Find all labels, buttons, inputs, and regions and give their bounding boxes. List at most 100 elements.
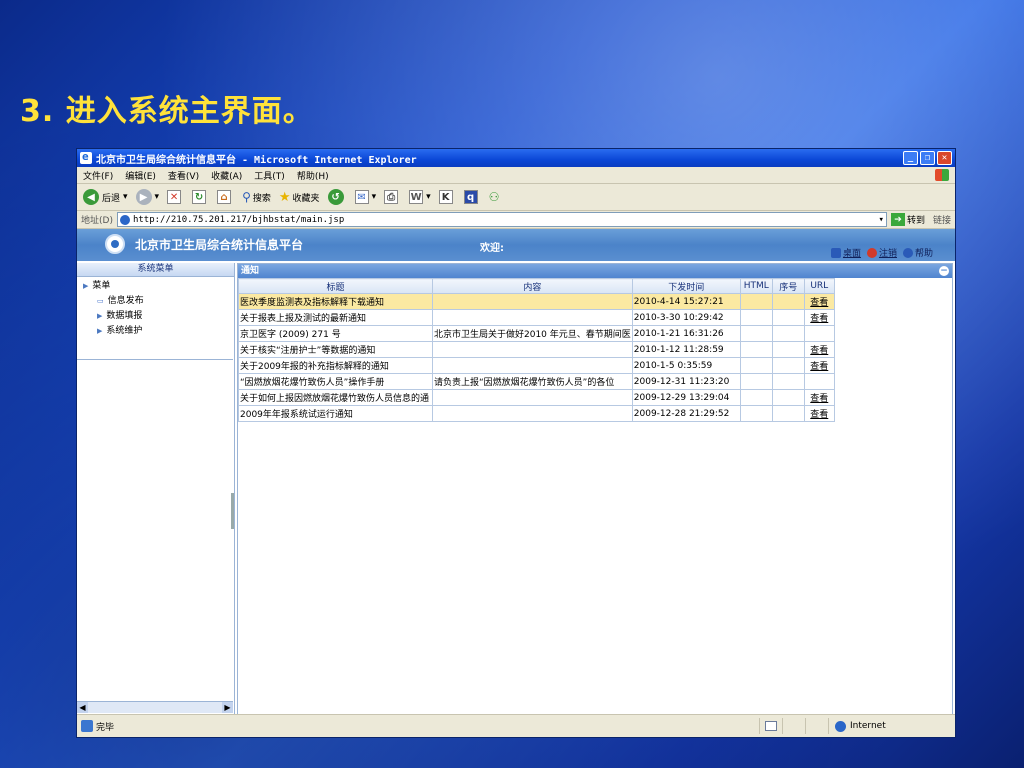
page-content: 北京市卫生局综合统计信息平台 欢迎: 桌面 注销 帮助 系统菜单 ▶ 菜单 ▭ 信息… [77, 229, 955, 715]
sidebar-item-label: 系统维护 [106, 326, 143, 336]
favorites-button[interactable]: ★ 收藏夹 [279, 190, 320, 205]
links-button[interactable]: 链接 [933, 213, 951, 226]
view-link[interactable]: 查看 [803, 405, 835, 422]
column-header-time[interactable]: 下发时间 [631, 278, 741, 294]
column-header-content[interactable]: 内容 [432, 278, 633, 294]
sidebar-item-system-maintenance[interactable]: ▶ 系统维护 [83, 324, 234, 339]
table-row[interactable]: 关于报表上报及测试的最新通知 2010-3-30 10:29:42 查看 [238, 309, 835, 326]
page-icon [119, 214, 130, 225]
forward-button[interactable]: ▶ ▾ [135, 189, 159, 205]
menu-file[interactable]: 文件(F) [83, 169, 113, 182]
mail-icon: ✉ [354, 190, 369, 204]
refresh-button[interactable]: ↻ [192, 190, 209, 204]
view-link[interactable]: 查看 [803, 309, 835, 326]
status-cell [805, 718, 828, 734]
sidebar-divider [77, 359, 233, 360]
security-zone[interactable]: Internet [828, 718, 955, 734]
toolbar-k-button[interactable]: K [438, 190, 456, 204]
scroll-left-icon[interactable]: ◀ [77, 702, 88, 713]
table-row[interactable]: 关于2009年报的补充指标解释的通知 2010-1-5 0:35:59 查看 [238, 357, 835, 374]
menu-tools[interactable]: 工具(T) [254, 169, 285, 182]
star-icon: ★ [278, 189, 291, 205]
sidebar-splitter-handle[interactable] [231, 493, 234, 529]
home-button[interactable]: ⌂ [217, 190, 234, 204]
mail-button[interactable]: ✉ ▾ [354, 190, 376, 204]
history-button[interactable]: ↺ [327, 189, 347, 205]
close-button[interactable]: ✕ [937, 151, 952, 165]
address-dropdown-icon[interactable]: ▾ [879, 215, 884, 225]
cell-time: 2010-1-12 11:28:59 [631, 341, 741, 358]
expand-arrow-icon: ▶ [97, 312, 103, 320]
column-header-html[interactable]: HTML [739, 278, 773, 294]
toolbar-q-button[interactable]: q [463, 190, 481, 204]
view-link[interactable]: 查看 [803, 341, 835, 358]
cell-seq [771, 309, 805, 326]
edit-button[interactable]: W ▾ [409, 190, 431, 204]
menu-edit[interactable]: 编辑(E) [125, 169, 156, 182]
maximize-button[interactable]: ❐ [920, 151, 935, 165]
messenger-button[interactable]: ⚇ [489, 190, 500, 204]
tree-root-menu[interactable]: ▶ 菜单 [83, 279, 234, 294]
view-link[interactable] [803, 325, 835, 342]
window-titlebar[interactable]: 北京市卫生局综合统计信息平台 - Microsoft Internet Expl… [77, 149, 955, 167]
cell-html [739, 341, 773, 358]
cell-content: 请负责上报“因燃放烟花爆竹致伤人员”的各位 [432, 373, 633, 390]
home-icon: ⌂ [217, 190, 232, 204]
address-input[interactable]: http://210.75.201.217/bjhbstat/main.jsp … [116, 212, 887, 227]
globe-icon [835, 720, 846, 732]
stop-button[interactable]: ✕ [167, 190, 184, 204]
back-button[interactable]: ◀ 后退 ▾ [83, 189, 128, 205]
table-row[interactable]: 关于如何上报因燃放烟花爆竹致伤人员信息的通 2009-12-29 13:29:0… [238, 389, 835, 406]
cell-time: 2010-4-14 15:27:21 [631, 293, 741, 310]
scroll-right-icon[interactable]: ▶ [222, 702, 233, 713]
search-button[interactable]: ⚲ 搜索 [242, 190, 271, 204]
expand-arrow-icon: ▶ [83, 282, 89, 290]
cell-title: 关于如何上报因燃放烟花爆竹致伤人员信息的通 [238, 389, 433, 406]
column-header-title[interactable]: 标题 [238, 278, 433, 294]
status-cell [782, 718, 805, 734]
column-header-url[interactable]: URL [803, 278, 835, 294]
menu-help[interactable]: 帮助(H) [297, 169, 329, 182]
collapse-icon[interactable]: − [939, 266, 949, 276]
history-icon: ↺ [327, 189, 344, 205]
desktop-link[interactable]: 桌面 [843, 246, 861, 259]
cell-time: 2010-3-30 10:29:42 [631, 309, 741, 326]
back-dropdown-icon: ▾ [123, 192, 128, 202]
windows-logo-icon [935, 169, 949, 181]
view-link[interactable]: 查看 [803, 357, 835, 374]
help-link[interactable]: 帮助 [915, 246, 933, 259]
view-link[interactable] [803, 373, 835, 390]
notice-panel: 通知 − 标题 内容 下发时间 HTML 序号 URL 医改季度监测表及指标解释… [237, 263, 953, 715]
cell-content [432, 293, 633, 310]
stop-icon: ✕ [167, 190, 182, 204]
back-label: 后退 [102, 193, 121, 204]
logout-link[interactable]: 注销 [879, 246, 897, 259]
view-link[interactable]: 查看 [803, 293, 835, 310]
sidebar-item-info-publish[interactable]: ▭ 信息发布 [83, 294, 234, 309]
cell-content [432, 405, 633, 422]
go-button[interactable]: ➔ 转到 [890, 213, 925, 226]
minimize-button[interactable]: _ [903, 151, 918, 165]
back-arrow-icon: ◀ [83, 189, 99, 205]
table-row[interactable]: 京卫医字 (2009) 271 号 北京市卫生局关于做好2010 年元旦、春节期… [238, 325, 835, 342]
menu-view[interactable]: 查看(V) [168, 169, 199, 182]
browser-toolbar: ◀ 后退 ▾ ▶ ▾ ✕ ↻ ⌂ ⚲ 搜索 ★ 收藏夹 ↺ ✉ ▾ ⎙ W ▾ … [77, 184, 955, 211]
ie-window: 北京市卫生局综合统计信息平台 - Microsoft Internet Expl… [76, 148, 956, 738]
cell-seq [771, 389, 805, 406]
table-row[interactable]: “因燃放烟花爆竹致伤人员”操作手册 请负责上报“因燃放烟花爆竹致伤人员”的各位 … [238, 373, 835, 390]
sidebar-item-data-entry[interactable]: ▶ 数据填报 [83, 309, 234, 324]
table-row[interactable]: 关于核实“注册护士”等数据的通知 2010-1-12 11:28:59 查看 [238, 341, 835, 358]
sidebar-scrollbar[interactable]: ◀ ▶ [77, 701, 233, 713]
notice-panel-header: 通知 − [238, 264, 952, 278]
tree-root-label: 菜单 [92, 281, 111, 291]
table-row[interactable]: 2009年年报系统试运行通知 2009-12-28 21:29:52 查看 [238, 405, 835, 422]
view-link[interactable]: 查看 [803, 389, 835, 406]
cell-content [432, 357, 633, 374]
status-bar: 完毕 Internet [77, 714, 955, 737]
table-row[interactable]: 医改季度监测表及指标解释下载通知 2010-4-14 15:27:21 查看 [238, 293, 835, 310]
menu-favorites[interactable]: 收藏(A) [211, 169, 242, 182]
column-header-seq[interactable]: 序号 [771, 278, 805, 294]
notice-table: 标题 内容 下发时间 HTML 序号 URL 医改季度监测表及指标解释下载通知 … [238, 278, 835, 422]
print-button[interactable]: ⎙ [384, 190, 401, 204]
go-label: 转到 [906, 216, 925, 226]
